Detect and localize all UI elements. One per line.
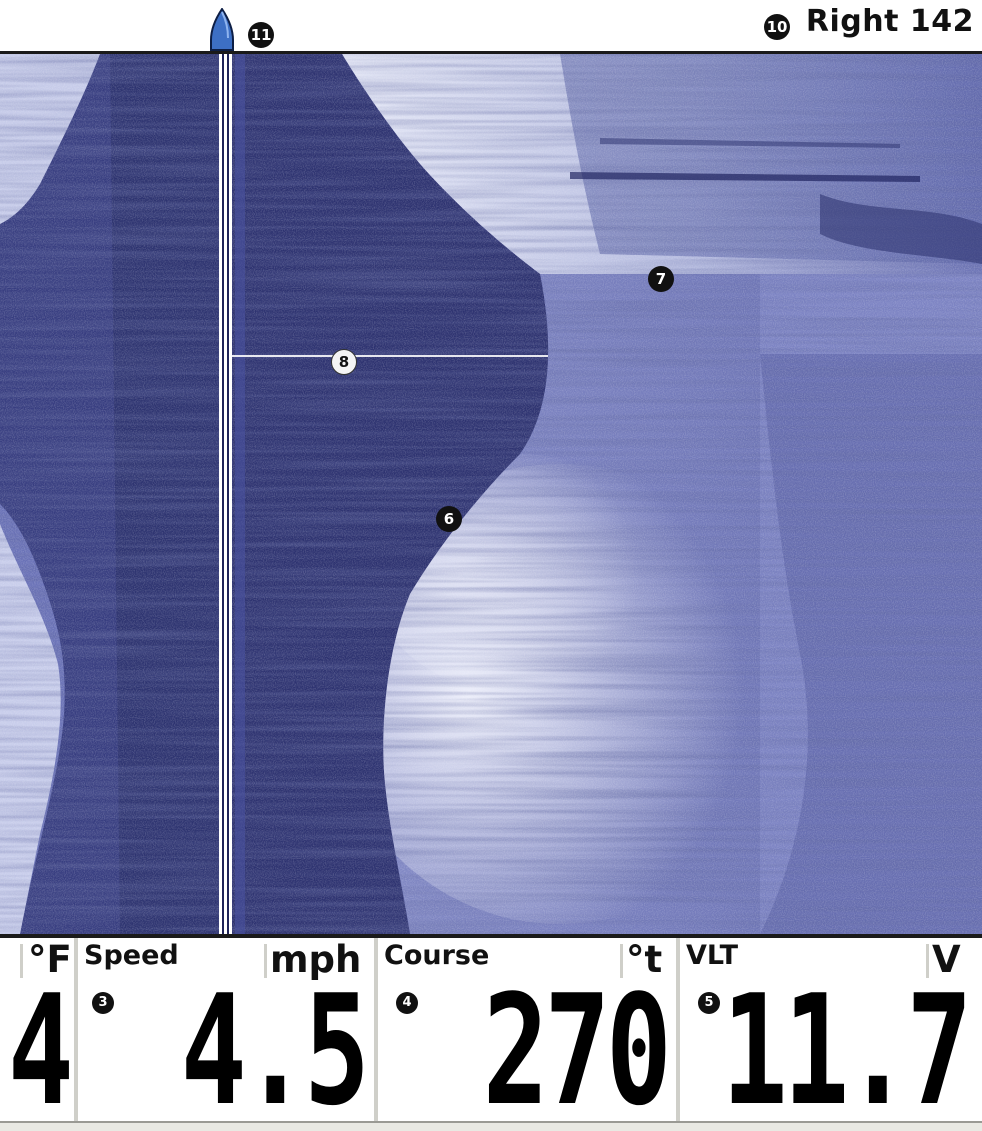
course-box[interactable]: Course °t 4 270 — [378, 938, 680, 1131]
speed-value: 4.5 — [181, 962, 370, 1131]
voltage-value: 11.7 — [721, 962, 973, 1131]
course-value: 270 — [483, 962, 672, 1131]
voltage-box[interactable]: VLT V 5 11.7 — [680, 938, 982, 1131]
side-imaging-range-label: Right 142 — [805, 4, 974, 39]
voltage-callout: 5 — [698, 992, 720, 1014]
structure-callout: 7 — [648, 266, 674, 292]
digital-readout-bar: °F 4 Speed mph 3 4.5 Course °t 4 270 VLT… — [0, 934, 982, 1131]
bottom-edge-callout: 6 — [436, 506, 462, 532]
top-status-bar: 11 10 Right 142 — [0, 0, 982, 54]
boat-callout: 11 — [248, 22, 274, 48]
temperature-box[interactable]: °F 4 — [0, 938, 78, 1131]
bottom-bezel — [0, 1121, 982, 1131]
depth-line-callout: 8 — [331, 349, 357, 375]
range-callout: 10 — [764, 14, 790, 40]
sonar-image — [0, 54, 982, 934]
speed-callout: 3 — [92, 992, 114, 1014]
boat-position-icon — [210, 8, 234, 51]
temperature-value: 4 — [8, 962, 74, 1131]
course-label: Course — [384, 940, 490, 971]
course-callout: 4 — [396, 992, 418, 1014]
speed-label: Speed — [84, 940, 179, 971]
side-imaging-view[interactable]: 8 6 7 — [0, 54, 982, 934]
speed-box[interactable]: Speed mph 3 4.5 — [78, 938, 378, 1131]
sonar-screen: 11 10 Right 142 8 6 7 °F 4 Speed mph 3 4… — [0, 0, 982, 1131]
